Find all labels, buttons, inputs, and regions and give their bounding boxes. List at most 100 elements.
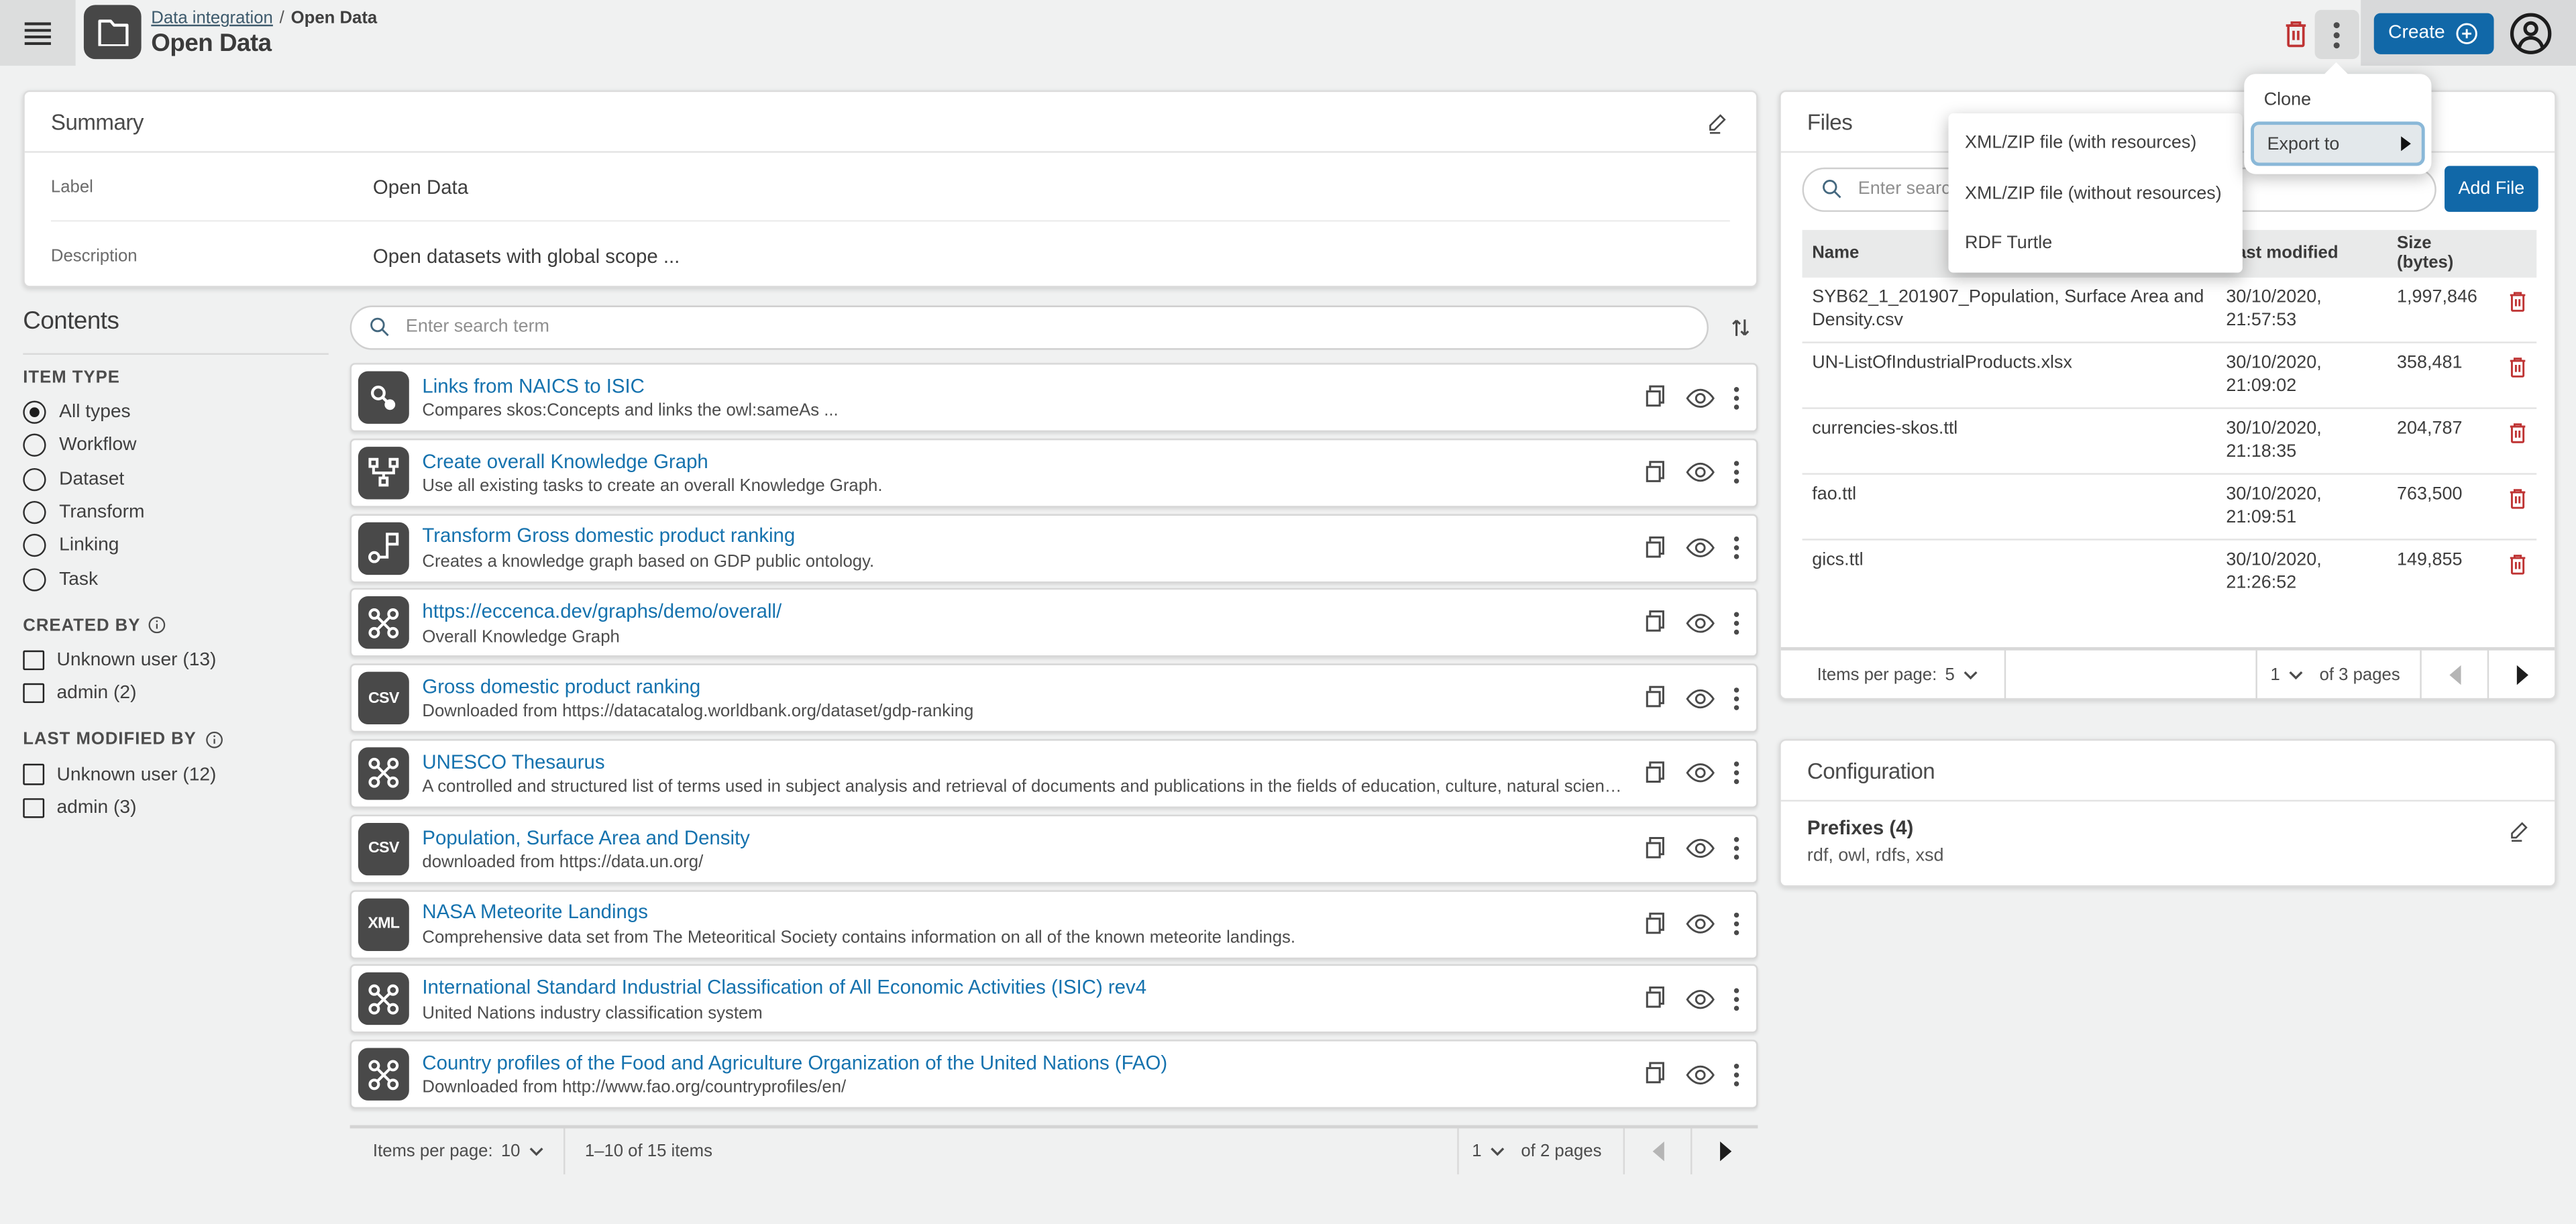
- item-actions: [1643, 535, 1739, 561]
- preview-button[interactable]: [1686, 913, 1715, 935]
- delete-file-button[interactable]: [2497, 552, 2534, 577]
- item-type-option-linking[interactable]: Linking: [23, 529, 338, 563]
- column-header-size: Size (bytes): [2387, 230, 2496, 278]
- project-more-menu-button[interactable]: [2315, 10, 2359, 59]
- edit-summary-button[interactable]: [1705, 109, 1730, 134]
- copy-button[interactable]: [1643, 610, 1668, 636]
- item-actions: [1643, 459, 1739, 486]
- files-table: Name Last modified Size (bytes) SYB62_1_…: [1803, 230, 2537, 604]
- contents-search-field[interactable]: [350, 304, 1709, 349]
- copy-button[interactable]: [1643, 1061, 1668, 1087]
- delete-file-button[interactable]: [2497, 355, 2534, 380]
- menu-item-label: Export to: [2267, 134, 2340, 154]
- item-menu-button[interactable]: [1733, 1062, 1740, 1087]
- item-title-link[interactable]: Population, Surface Area and Density: [422, 826, 1629, 848]
- preview-button[interactable]: [1686, 537, 1715, 559]
- preview-button[interactable]: [1686, 763, 1715, 785]
- preview-button[interactable]: [1686, 1064, 1715, 1085]
- item-menu-button[interactable]: [1733, 987, 1740, 1012]
- preview-button[interactable]: [1686, 462, 1715, 484]
- radio-icon: [23, 567, 46, 590]
- item-menu-button[interactable]: [1733, 761, 1740, 786]
- eye-icon: [1686, 838, 1715, 860]
- copy-button[interactable]: [1643, 535, 1668, 561]
- user-avatar-button[interactable]: [2509, 11, 2553, 55]
- copy-button[interactable]: [1643, 986, 1668, 1012]
- pencil-icon: [1705, 109, 1730, 134]
- page-select[interactable]: 1 of 3 pages: [2257, 651, 2420, 700]
- content-item: XMLNASA Meteorite LandingsComprehensive …: [350, 889, 1758, 958]
- preview-button[interactable]: [1686, 612, 1715, 634]
- preview-button[interactable]: [1686, 387, 1715, 408]
- item-menu-button[interactable]: [1733, 911, 1740, 936]
- last-modified-by-option-unknown-user-12[interactable]: Unknown user (12): [23, 758, 338, 791]
- item-type-option-task[interactable]: Task: [23, 563, 338, 596]
- menu-toggle-button[interactable]: [0, 0, 76, 66]
- item-text-block: International Standard Industrial Classi…: [422, 976, 1629, 1023]
- copy-button[interactable]: [1643, 459, 1668, 486]
- preview-button[interactable]: [1686, 687, 1715, 709]
- item-title-link[interactable]: International Standard Industrial Classi…: [422, 976, 1629, 999]
- submenu-item-xml-zip-file-with-resources[interactable]: XML/ZIP file (with resources): [1948, 118, 2242, 167]
- last-modified-by-option-admin-3[interactable]: admin (3): [23, 791, 338, 825]
- item-menu-button[interactable]: [1733, 686, 1740, 711]
- item-type-option-workflow[interactable]: Workflow: [23, 429, 338, 463]
- previous-page-button[interactable]: [2422, 651, 2487, 700]
- page-select[interactable]: 1 of 2 pages: [1459, 1128, 1623, 1174]
- submenu-item-rdf-turtle[interactable]: RDF Turtle: [1948, 219, 2242, 268]
- copy-icon: [1643, 761, 1668, 787]
- item-title-link[interactable]: https://eccenca.dev/graphs/demo/overall/: [422, 600, 1629, 622]
- add-file-button[interactable]: Add File: [2445, 166, 2538, 212]
- item-menu-button[interactable]: [1733, 460, 1740, 485]
- item-menu-button[interactable]: [1733, 836, 1740, 861]
- copy-button[interactable]: [1643, 761, 1668, 787]
- sort-button[interactable]: [1728, 315, 1753, 339]
- delete-file-button[interactable]: [2497, 421, 2534, 445]
- item-text-block: NASA Meteorite LandingsComprehensive dat…: [422, 901, 1629, 948]
- edit-prefixes-button[interactable]: [2507, 818, 2532, 843]
- created-by-option-admin-2[interactable]: admin (2): [23, 677, 338, 710]
- preview-button[interactable]: [1686, 838, 1715, 860]
- workflow-icon: [358, 447, 409, 499]
- item-menu-button[interactable]: [1733, 536, 1740, 561]
- delete-project-button[interactable]: [2279, 15, 2313, 51]
- contents-search-input[interactable]: [402, 315, 1690, 338]
- breadcrumb-link-data-integration[interactable]: Data integration: [151, 8, 273, 30]
- item-title-link[interactable]: NASA Meteorite Landings: [422, 901, 1629, 924]
- item-title-link[interactable]: UNESCO Thesaurus: [422, 750, 1629, 773]
- item-title-link[interactable]: Country profiles of the Food and Agricul…: [422, 1051, 1629, 1074]
- item-type-option-dataset[interactable]: Dataset: [23, 463, 338, 496]
- copy-button[interactable]: [1643, 685, 1668, 712]
- created-by-option-unknown-user-13[interactable]: Unknown user (13): [23, 643, 338, 677]
- submenu-item-xml-zip-file-without-resources[interactable]: XML/ZIP file (without resources): [1948, 168, 2242, 217]
- prefixes-label: Prefixes (4): [1807, 816, 2528, 839]
- preview-button[interactable]: [1686, 989, 1715, 1010]
- copy-button[interactable]: [1643, 384, 1668, 410]
- next-page-button[interactable]: [1692, 1128, 1758, 1174]
- items-per-page-select[interactable]: Items per page: 10: [350, 1128, 564, 1174]
- delete-file-button[interactable]: [2497, 289, 2534, 314]
- chevron-down-icon: [1963, 670, 1978, 680]
- filter-option-label: admin (3): [56, 798, 136, 818]
- copy-button[interactable]: [1643, 911, 1668, 937]
- menu-item-export-to[interactable]: Export to: [2251, 121, 2425, 166]
- item-menu-button[interactable]: [1733, 611, 1740, 636]
- configuration-title: Configuration: [1807, 758, 1935, 783]
- previous-page-button[interactable]: [1625, 1128, 1690, 1174]
- item-type-option-all-types[interactable]: All types: [23, 396, 338, 429]
- item-type-option-transform[interactable]: Transform: [23, 496, 338, 529]
- delete-file-button[interactable]: [2497, 486, 2534, 511]
- item-title-link[interactable]: Gross domestic product ranking: [422, 675, 1629, 698]
- file-name: currencies-skos.ttl: [1803, 419, 2216, 463]
- graph-icon: [358, 747, 409, 799]
- menu-item-clone[interactable]: Clone: [2251, 82, 2425, 116]
- items-per-page-select[interactable]: Items per page: 5: [1781, 651, 2004, 700]
- item-menu-button[interactable]: [1733, 385, 1740, 410]
- item-title-link[interactable]: Transform Gross domestic product ranking: [422, 524, 1629, 547]
- next-page-button[interactable]: [2489, 651, 2555, 700]
- copy-button[interactable]: [1643, 836, 1668, 862]
- item-title-link[interactable]: Links from NAICS to ISIC: [422, 374, 1629, 397]
- create-button[interactable]: Create: [2374, 12, 2494, 53]
- copy-icon: [1643, 610, 1668, 636]
- item-title-link[interactable]: Create overall Knowledge Graph: [422, 449, 1629, 472]
